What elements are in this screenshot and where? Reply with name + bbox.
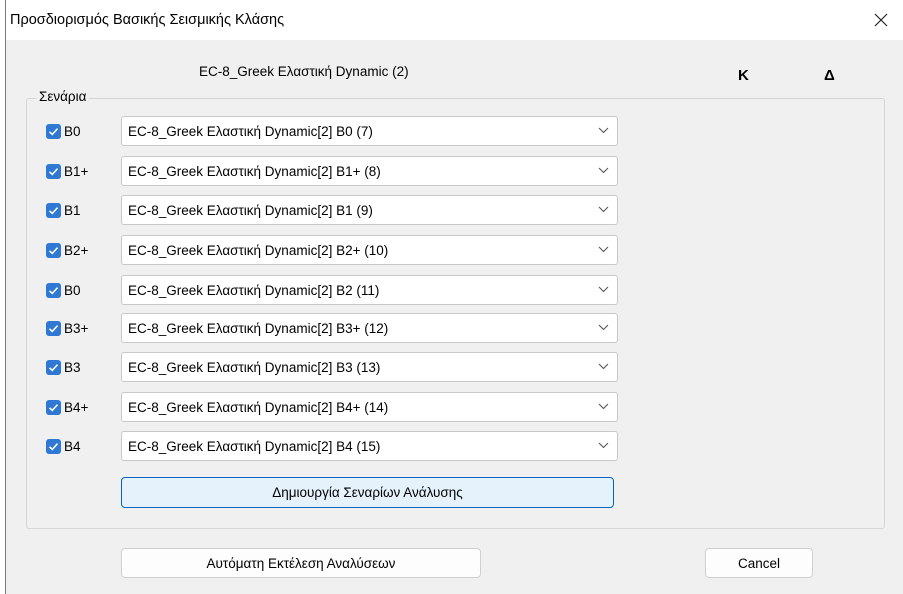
scenario-label: B3+ [64, 321, 89, 336]
analysis-name-label: EC-8_Greek Ελαστική Dynamic (2) [199, 64, 409, 79]
scenario-dropdown[interactable]: EC-8_Greek Ελαστική Dynamic[2] B4+ (14) [121, 392, 618, 422]
chevron-down-icon [598, 206, 609, 213]
scenario-dropdown[interactable]: EC-8_Greek Ελαστική Dynamic[2] B3+ (12) [121, 313, 618, 343]
scenario-dropdown-value: EC-8_Greek Ελαστική Dynamic[2] B3+ (12) [128, 321, 389, 336]
window-title: Προσδιορισμός Βασικής Σεισμικής Κλάσης [10, 12, 285, 28]
scenario-dropdown-value: EC-8_Greek Ελαστική Dynamic[2] B3 (13) [128, 360, 381, 375]
scenario-checkbox[interactable] [46, 124, 61, 139]
scenario-dropdown[interactable]: EC-8_Greek Ελαστική Dynamic[2] B4 (15) [121, 431, 618, 461]
scenario-dropdown[interactable]: EC-8_Greek Ελαστική Dynamic[2] B0 (7) [121, 116, 618, 146]
scenario-checkbox[interactable] [46, 439, 61, 454]
chevron-down-icon [598, 363, 609, 370]
scenario-dropdown[interactable]: EC-8_Greek Ελαστική Dynamic[2] B1+ (8) [121, 156, 618, 186]
chevron-down-icon [598, 246, 609, 253]
chevron-down-icon [598, 403, 609, 410]
scenario-label: B1+ [64, 164, 89, 179]
scenario-label: B4 [64, 439, 81, 454]
chevron-down-icon [598, 286, 609, 293]
title-bar: Προσδιορισμός Βασικής Σεισμικής Κλάσης [6, 0, 903, 40]
scenario-label: B0 [64, 124, 81, 139]
scenario-checkbox[interactable] [46, 400, 61, 415]
scenario-label: B0 [64, 283, 81, 298]
scenario-row: B2+ EC-8_Greek Ελαστική Dynamic[2] B2+ (1… [41, 235, 631, 265]
scenario-row: B0 EC-8_Greek Ελαστική Dynamic[2] B0 (7) [41, 116, 631, 146]
scenario-dropdown[interactable]: EC-8_Greek Ελαστική Dynamic[2] B3 (13) [121, 352, 618, 382]
scenario-label: B2+ [64, 243, 89, 258]
scenario-checkbox[interactable] [46, 164, 61, 179]
scenario-row: B1+ EC-8_Greek Ελαστική Dynamic[2] B1+ (8… [41, 156, 631, 186]
scenario-row: B3 EC-8_Greek Ελαστική Dynamic[2] B3 (13) [41, 352, 631, 382]
scenario-dropdown-value: EC-8_Greek Ελαστική Dynamic[2] B1+ (8) [128, 164, 381, 179]
scenario-checkbox[interactable] [46, 321, 61, 336]
cancel-button[interactable]: Cancel [705, 548, 813, 578]
scenario-dropdown[interactable]: EC-8_Greek Ελαστική Dynamic[2] B2 (11) [121, 275, 618, 305]
checkmark-icon [48, 128, 59, 136]
scenario-row: B1 EC-8_Greek Ελαστική Dynamic[2] B1 (9) [41, 195, 631, 225]
scenario-row: B3+ EC-8_Greek Ελαστική Dynamic[2] B3+ (1… [41, 313, 631, 343]
column-k-header: Κ [738, 67, 749, 84]
checkmark-icon [48, 325, 59, 333]
scenario-dropdown[interactable]: EC-8_Greek Ελαστική Dynamic[2] B2+ (10) [121, 235, 618, 265]
checkmark-icon [48, 404, 59, 412]
chevron-down-icon [598, 127, 609, 134]
checkmark-icon [48, 364, 59, 372]
scenario-dropdown-value: EC-8_Greek Ελαστική Dynamic[2] B4+ (14) [128, 400, 389, 415]
scenario-label: B4+ [64, 400, 89, 415]
close-icon [874, 13, 888, 27]
checkmark-icon [48, 168, 59, 176]
scenario-checkbox[interactable] [46, 283, 61, 298]
scenario-row: B4+ EC-8_Greek Ελαστική Dynamic[2] B4+ (1… [41, 392, 631, 422]
dialog-window: Προσδιορισμός Βασικής Σεισμικής Κλάσης E… [5, 0, 903, 594]
checkmark-icon [48, 287, 59, 295]
column-d-header: Δ [824, 67, 835, 84]
scenario-dropdown-value: EC-8_Greek Ελαστική Dynamic[2] B4 (15) [128, 439, 381, 454]
scenario-dropdown-value: EC-8_Greek Ελαστική Dynamic[2] B2+ (10) [128, 243, 389, 258]
checkmark-icon [48, 207, 59, 215]
scenario-checkbox[interactable] [46, 243, 61, 258]
scenario-checkbox[interactable] [46, 203, 61, 218]
close-button[interactable] [859, 0, 903, 40]
checkmark-icon [48, 247, 59, 255]
auto-run-analyses-button[interactable]: Αυτόματη Εκτέλεση Αναλύσεων [121, 548, 481, 578]
scenario-label: B1 [64, 203, 81, 218]
scenario-row: B4 EC-8_Greek Ελαστική Dynamic[2] B4 (15) [41, 431, 631, 461]
create-scenarios-button[interactable]: Δημιουργία Σεναρίων Ανάλυσης [121, 477, 614, 508]
chevron-down-icon [598, 167, 609, 174]
scenario-dropdown-value: EC-8_Greek Ελαστική Dynamic[2] B0 (7) [128, 124, 373, 139]
scenario-label: B3 [64, 360, 81, 375]
scenario-dropdown[interactable]: EC-8_Greek Ελαστική Dynamic[2] B1 (9) [121, 195, 618, 225]
scenario-row: B0 EC-8_Greek Ελαστική Dynamic[2] B2 (11) [41, 275, 631, 305]
scenario-checkbox[interactable] [46, 360, 61, 375]
scenario-dropdown-value: EC-8_Greek Ελαστική Dynamic[2] B2 (11) [128, 283, 380, 298]
scenario-dropdown-value: EC-8_Greek Ελαστική Dynamic[2] B1 (9) [128, 203, 373, 218]
scenarios-group-label: Σενάρια [36, 89, 90, 104]
chevron-down-icon [598, 324, 609, 331]
chevron-down-icon [598, 442, 609, 449]
checkmark-icon [48, 443, 59, 451]
